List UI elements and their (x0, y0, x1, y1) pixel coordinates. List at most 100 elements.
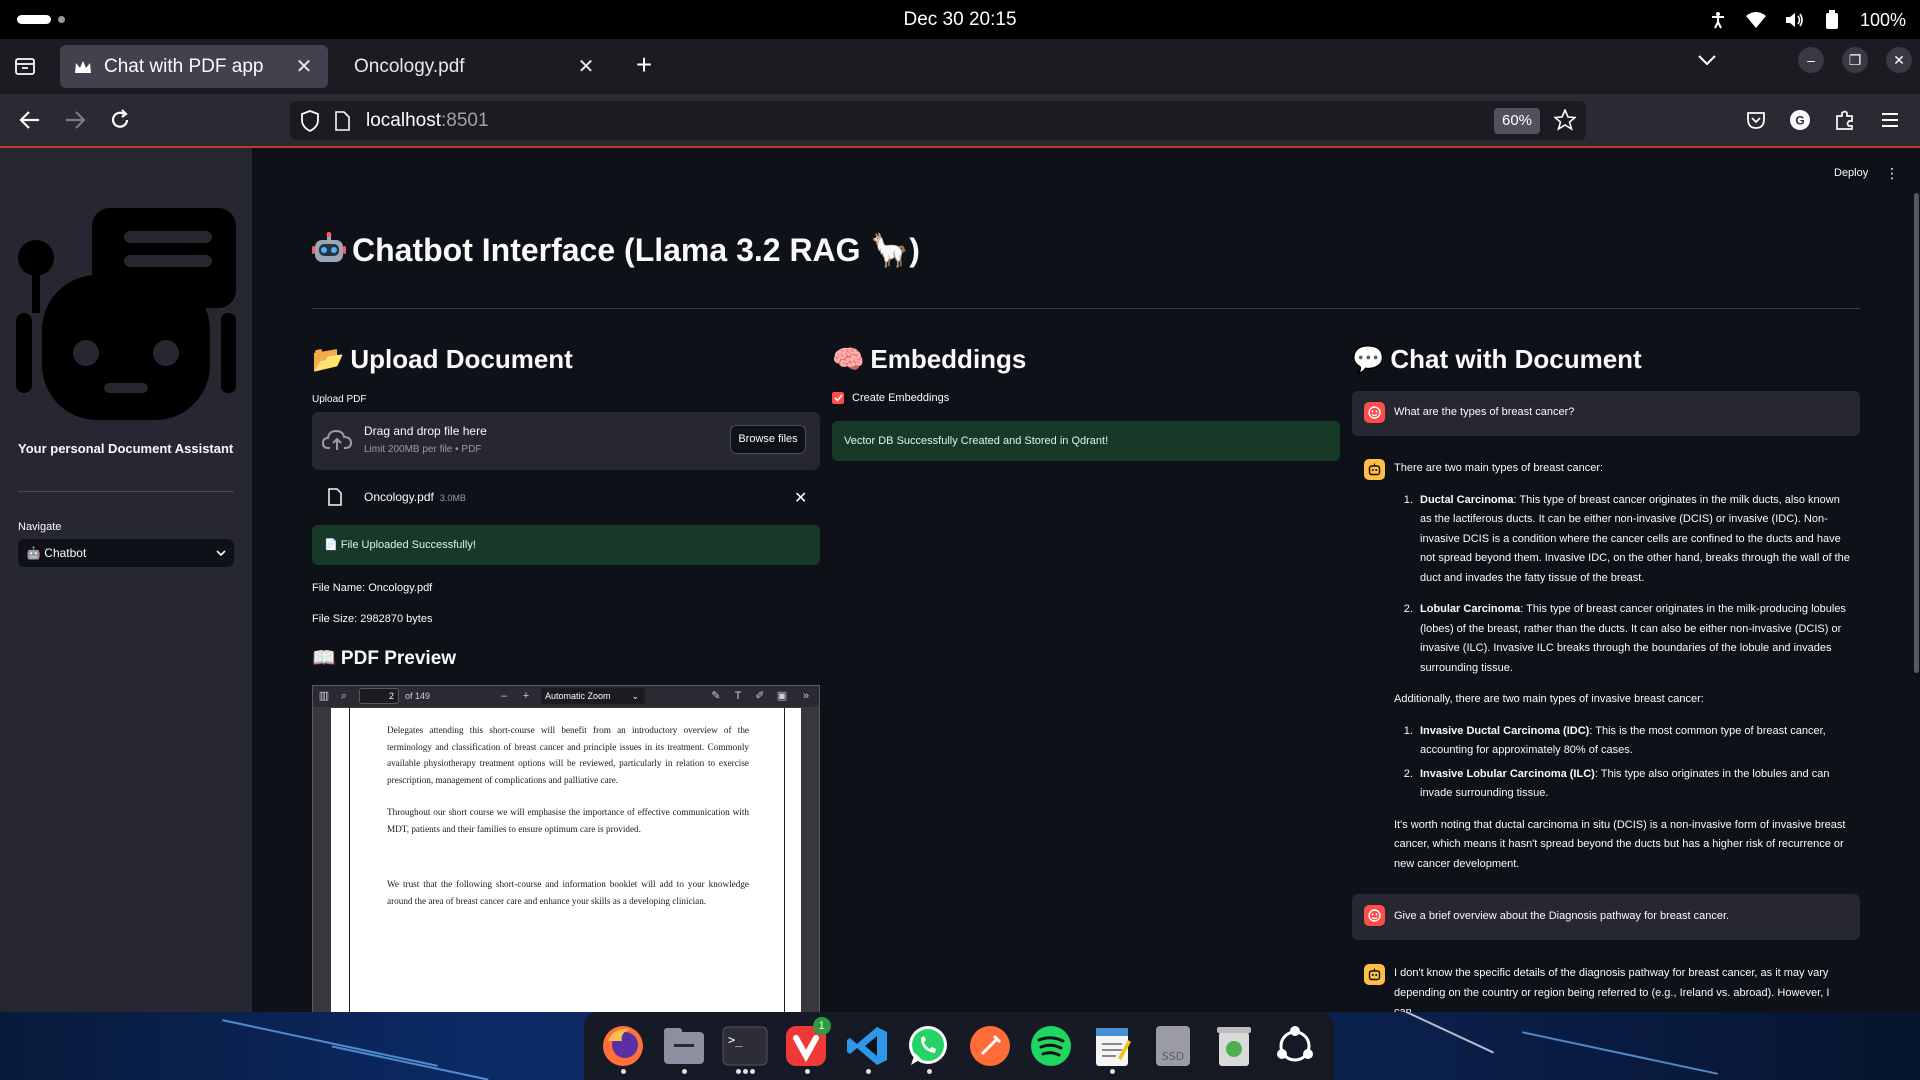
list-all-tabs-button[interactable] (1694, 47, 1720, 73)
text-tool-icon[interactable]: T (731, 689, 745, 703)
text-editor-icon (1095, 1028, 1131, 1066)
postman-icon (969, 1026, 1010, 1066)
dock-vscode[interactable] (837, 1015, 898, 1077)
bookmark-star-icon[interactable] (1552, 107, 1578, 136)
system-clock[interactable]: Dec 30 20:15 (0, 9, 1920, 31)
search-icon[interactable]: ⌕ (337, 689, 351, 703)
app-menu-button[interactable] (1876, 106, 1904, 134)
dock-files[interactable] (653, 1015, 714, 1077)
back-button[interactable] (16, 106, 44, 134)
zoom-level-badge[interactable]: 60% (1494, 108, 1541, 134)
pdf-page-frame: Delegates attending this short-course wi… (349, 708, 785, 1012)
chat-message-text: What are the types of breast cancer? (1394, 406, 1575, 418)
pdf-zoom-select[interactable]: Automatic Zoom ⌄ (541, 688, 645, 704)
cloud-upload-icon (322, 429, 352, 450)
firefox-view-button[interactable] (12, 53, 38, 79)
dock-show-apps[interactable] (1265, 1015, 1326, 1077)
accessibility-icon[interactable] (1708, 10, 1728, 30)
address-bar[interactable]: localhost:8501 60% (290, 101, 1586, 140)
brain-icon: 🧠 (832, 344, 865, 374)
bot-avatar-icon (1364, 459, 1385, 480)
create-embeddings-checkbox-row[interactable]: Create Embeddings (832, 392, 949, 404)
volume-icon[interactable] (1784, 10, 1804, 30)
reload-icon (111, 109, 129, 128)
chatbot-logo-icon (16, 208, 236, 420)
more-tools-icon[interactable]: » (799, 689, 813, 703)
extensions-button[interactable] (1831, 106, 1859, 134)
answer-definition: : This type of breast cancer originates … (1420, 493, 1850, 584)
close-tab-icon[interactable]: ✕ (294, 56, 314, 78)
minimize-button[interactable]: – (1798, 47, 1824, 73)
wallpaper-streak (1366, 1012, 1494, 1054)
url-host: localhost (366, 110, 441, 131)
file-dropzone[interactable]: Drag and drop file here Limit 200MB per … (312, 412, 820, 470)
running-indicator (1110, 1069, 1116, 1074)
close-window-button[interactable]: ✕ (1886, 47, 1912, 73)
deploy-button[interactable]: Deploy (1834, 167, 1868, 179)
tab-oncology-pdf[interactable]: Oncology.pdf ✕ (340, 45, 610, 88)
remove-file-icon[interactable]: ✕ (794, 488, 807, 508)
zoom-out-icon[interactable]: – (497, 689, 511, 703)
create-embeddings-checkbox[interactable] (832, 392, 844, 404)
trash-icon (1217, 1027, 1252, 1066)
zoom-in-icon[interactable]: + (519, 689, 533, 703)
url-text[interactable]: localhost:8501 (366, 110, 489, 132)
answer-list-item: Invasive Lobular Carcinoma (ILC): This t… (1416, 765, 1850, 804)
dropzone-instructions: Drag and drop file here (364, 424, 487, 438)
upload-label: Upload PDF (312, 394, 367, 405)
answer-term: Lobular Carcinoma (1420, 603, 1521, 615)
battery-percentage[interactable]: 100% (1860, 10, 1906, 31)
navigate-select[interactable]: 🤖 Chatbot (18, 539, 234, 567)
reload-button[interactable] (106, 106, 134, 134)
dropzone-limit: Limit 200MB per file • PDF (364, 444, 482, 455)
browser-nav-bar: localhost:8501 60% G (0, 94, 1920, 146)
sidebar-toggle-icon[interactable]: ▥ (317, 689, 331, 703)
dock-firefox[interactable] (592, 1015, 653, 1077)
answer-middle: Additionally, there are two main types o… (1394, 693, 1704, 705)
image-tool-icon[interactable]: ▣ (775, 689, 789, 703)
battery-icon[interactable] (1822, 10, 1842, 30)
dock-terminal[interactable]: >_ (714, 1015, 775, 1077)
system-tray[interactable]: 100% (1708, 7, 1906, 33)
streamlit-crown-icon (74, 58, 92, 76)
dock-trash[interactable] (1204, 1015, 1265, 1077)
answer-list-item: Invasive Ductal Carcinoma (IDC): This is… (1416, 722, 1850, 761)
dock-vivaldi[interactable]: 1 (776, 1015, 837, 1077)
new-tab-button[interactable]: + (630, 51, 658, 81)
dock-spotify[interactable] (1020, 1015, 1081, 1077)
dock-postman[interactable] (959, 1015, 1020, 1077)
close-tab-icon[interactable]: ✕ (576, 56, 596, 78)
account-button[interactable]: G (1786, 106, 1814, 134)
dock: >_ 1 SSD (584, 1012, 1334, 1080)
firefox-icon (602, 1026, 643, 1066)
forward-button[interactable] (61, 106, 89, 134)
pdf-zoom-value: Automatic Zoom (545, 691, 611, 701)
navigate-label: Navigate (18, 521, 62, 533)
running-indicator (682, 1069, 688, 1074)
disk-icon: SSD (1156, 1026, 1191, 1066)
dock-whatsapp[interactable] (898, 1015, 959, 1077)
sidebar-caption: Your personal Document Assistant (18, 441, 234, 456)
dock-text-editor[interactable] (1081, 1015, 1142, 1077)
wifi-icon[interactable] (1745, 10, 1766, 30)
chat-message-assistant: I don't know the specific details of the… (1352, 953, 1860, 1012)
pdf-viewer[interactable]: ▥ ⌕ 2 of 149 – + Automatic Zoom ⌄ ✎ T ✐ ▣… (312, 685, 820, 1012)
answer-term: Invasive Lobular Carcinoma (ILC) (1420, 767, 1595, 780)
pocket-button[interactable] (1742, 106, 1770, 134)
dock-disk[interactable]: SSD (1143, 1015, 1204, 1077)
tab-chat-with-pdf[interactable]: Chat with PDF app ✕ (60, 45, 328, 88)
highlight-icon[interactable]: ✎ (709, 689, 723, 703)
answer-list: Ductal Carcinoma: This type of breast ca… (1394, 491, 1850, 679)
chat-message-text: Give a brief overview about the Diagnosi… (1394, 910, 1730, 922)
pdf-page-number-input[interactable]: 2 (359, 688, 399, 704)
draw-icon[interactable]: ✐ (753, 689, 767, 703)
main-menu-kebab-icon[interactable]: ⋮ (1885, 165, 1899, 182)
browse-files-button[interactable]: Browse files (730, 425, 806, 454)
tracking-protection-shield-icon[interactable] (300, 110, 320, 137)
tab-title: Oncology.pdf (354, 55, 465, 77)
scrollbar[interactable] (1914, 193, 1919, 673)
create-embeddings-label: Create Embeddings (852, 392, 950, 404)
page-info-icon[interactable] (334, 111, 350, 136)
restore-button[interactable]: ❐ (1842, 47, 1868, 73)
robot-emoji-icon (312, 232, 346, 262)
